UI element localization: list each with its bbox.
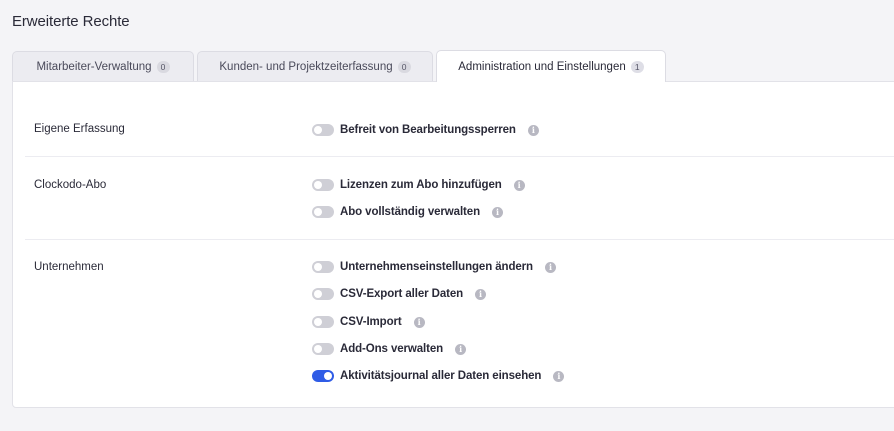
toggle-knob: [324, 372, 332, 380]
permission-row: Abo vollständig verwalten i: [312, 204, 503, 220]
page-title: Erweiterte Rechte: [12, 13, 130, 30]
toggle-knob: [314, 318, 322, 326]
permission-toggle[interactable]: [312, 261, 334, 273]
tab-bar: Mitarbeiter-Verwaltung 0 Kunden- und Pro…: [12, 50, 669, 82]
info-icon[interactable]: i: [544, 261, 556, 273]
permission-row: Befreit von Bearbeitungssperren i: [312, 122, 539, 138]
toggle-knob: [314, 263, 322, 271]
toggle-knob: [314, 126, 322, 134]
info-icon[interactable]: i: [553, 370, 565, 382]
permission-label: Add-Ons verwalten: [340, 343, 444, 355]
permission-row: Lizenzen zum Abo hinzufügen i: [312, 177, 525, 193]
permission-toggle[interactable]: [312, 370, 334, 382]
toggle-knob: [314, 290, 322, 298]
section-divider: [25, 156, 894, 157]
permission-toggle[interactable]: [312, 206, 334, 218]
permission-row: Add-Ons verwalten i: [312, 341, 467, 357]
info-icon[interactable]: i: [455, 343, 467, 355]
info-icon[interactable]: i: [492, 206, 503, 218]
permission-label: CSV-Import: [340, 316, 402, 328]
permission-label: Befreit von Bearbeitungssperren: [340, 124, 516, 136]
permission-row: CSV-Import i: [312, 314, 425, 330]
tab-administration-und-einstellungen[interactable]: Administration und Einstellungen 1: [436, 50, 666, 82]
permission-label: CSV-Export aller Daten: [340, 288, 464, 300]
permission-toggle[interactable]: [312, 316, 334, 328]
tab-kunden-und-projektzeiterfassung[interactable]: Kunden- und Projektzeiterfassung 0: [197, 51, 433, 82]
section-label-eigene-erfassung: Eigene Erfassung: [34, 123, 125, 135]
info-icon[interactable]: i: [413, 316, 425, 328]
toggle-knob: [314, 181, 322, 189]
permission-toggle[interactable]: [312, 124, 334, 136]
info-icon[interactable]: i: [475, 288, 487, 300]
info-icon[interactable]: i: [513, 179, 525, 191]
tab-label: Kunden- und Projektzeiterfassung: [219, 61, 393, 73]
tab-label: Mitarbeiter-Verwaltung: [36, 61, 152, 73]
permission-label: Aktivitätsjournal aller Daten einsehen: [340, 370, 542, 382]
permissions-panel: Eigene Erfassung Befreit von Bearbeitung…: [12, 81, 894, 408]
tab-count-badge: 0: [397, 61, 411, 73]
permission-label: Abo vollständig verwalten: [340, 206, 480, 218]
toggle-knob: [314, 345, 322, 353]
permission-toggle[interactable]: [312, 288, 334, 300]
permission-row: Aktivitätsjournal aller Daten einsehen i: [312, 368, 565, 384]
permission-label: Lizenzen zum Abo hinzufügen: [340, 179, 502, 191]
toggle-knob: [314, 208, 322, 216]
section-label-clockodo-abo: Clockodo-Abo: [34, 179, 107, 191]
tab-count-badge: 0: [156, 61, 170, 73]
section-label-unternehmen: Unternehmen: [34, 261, 104, 273]
tab-mitarbeiter-verwaltung[interactable]: Mitarbeiter-Verwaltung 0: [12, 51, 194, 82]
info-icon[interactable]: i: [527, 124, 539, 136]
permission-row: Unternehmenseinstellungen ändern i: [312, 259, 556, 275]
section-divider: [25, 239, 894, 240]
permission-toggle[interactable]: [312, 179, 334, 191]
tab-count-badge: 1: [630, 60, 644, 73]
permission-row: CSV-Export aller Daten i: [312, 286, 487, 302]
tab-label: Administration und Einstellungen: [458, 60, 626, 73]
permission-label: Unternehmenseinstellungen ändern: [340, 261, 533, 273]
permission-toggle[interactable]: [312, 343, 334, 355]
